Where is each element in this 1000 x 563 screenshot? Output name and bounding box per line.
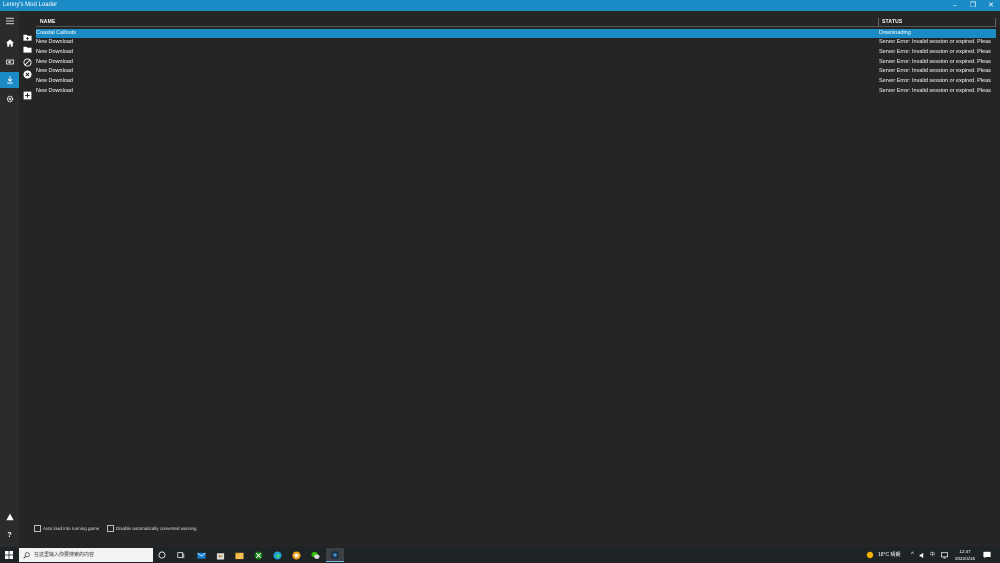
mod-loader-app-icon xyxy=(331,550,339,559)
taskbar-app-explorer[interactable] xyxy=(234,550,244,560)
taskbar-app-wechat[interactable] xyxy=(310,550,320,560)
sidebar-item-settings[interactable] xyxy=(0,91,19,107)
search-placeholder: 在这里输入你要搜索的内容 xyxy=(34,552,95,558)
table-header: NAME STATUS xyxy=(36,18,996,27)
column-header-status[interactable]: STATUS xyxy=(882,19,902,26)
home-icon xyxy=(5,39,14,47)
clock-date: 2022/4/15 xyxy=(954,556,976,561)
wechat-icon xyxy=(310,551,320,559)
taskbar-app-store[interactable] xyxy=(215,550,225,560)
windows-logo-icon xyxy=(5,551,13,559)
sidebar-item-downloads[interactable] xyxy=(0,72,19,88)
row-status: Downloading xyxy=(879,29,911,36)
weather-text: 18°C 晴朗 xyxy=(878,552,901,558)
start-button[interactable] xyxy=(4,550,14,560)
taskbar-app-browser[interactable] xyxy=(291,550,301,560)
table-row[interactable]: New Download Server Error: Invalid sessi… xyxy=(36,87,996,97)
menu-button[interactable] xyxy=(0,13,19,29)
row-name: New Download xyxy=(36,48,73,55)
mods-icon xyxy=(5,59,14,65)
cortana-circle-icon xyxy=(158,551,166,559)
column-header-name[interactable]: NAME xyxy=(40,19,56,26)
sun-icon xyxy=(866,551,874,559)
chevron-up-icon: ^ xyxy=(911,552,914,558)
table-row[interactable]: Coastal Callouts Downloading xyxy=(36,28,996,38)
cancel-circle-icon xyxy=(22,57,32,67)
add-square-icon xyxy=(23,91,31,99)
download-icon xyxy=(6,76,13,84)
row-name: New Download xyxy=(36,78,73,84)
sidebar-item-mods[interactable] xyxy=(0,54,19,70)
edge-browser-icon xyxy=(272,550,282,560)
mail-app-icon xyxy=(196,552,206,559)
clock[interactable]: 12:47 2022/4/15 xyxy=(952,547,978,563)
hamburger-menu-icon xyxy=(5,17,14,25)
windows-taskbar: 在这里输入你要搜索的内容 18°C 晴朗 ^ 中 12:47 2022/4/15 xyxy=(0,547,1000,563)
row-name: New Download xyxy=(36,68,73,75)
sidebar-item-help[interactable]: ? xyxy=(0,527,19,543)
table-row[interactable]: New Download Server Error: Invalid sessi… xyxy=(36,48,996,58)
disable-warning-checkbox[interactable] xyxy=(107,525,114,532)
ime-indicator[interactable]: 中 xyxy=(930,547,935,563)
taskbar-app-edge[interactable] xyxy=(272,550,282,560)
file-explorer-icon xyxy=(234,552,244,559)
add-download-button[interactable] xyxy=(22,90,32,100)
cortana-button[interactable] xyxy=(157,550,167,560)
folder-icon xyxy=(22,46,32,53)
xbox-icon xyxy=(253,550,263,560)
minimize-button[interactable]: – xyxy=(946,0,964,11)
column-divider[interactable] xyxy=(878,18,879,27)
notification-icon xyxy=(983,551,991,559)
row-status: Server Error: Invalid session or expired… xyxy=(879,58,991,65)
clock-time: 12:47 xyxy=(959,549,971,554)
taskbar-app-xbox[interactable] xyxy=(253,550,263,560)
close-button[interactable]: ✕ xyxy=(982,0,1000,11)
row-status: Server Error: Invalid session or expired… xyxy=(879,48,991,55)
table-row[interactable]: New Download Server Error: Invalid sessi… xyxy=(36,77,996,87)
taskbar-app-modloader-active[interactable] xyxy=(326,548,344,562)
task-view-button[interactable] xyxy=(176,550,186,560)
taskbar-app-mail[interactable] xyxy=(196,550,206,560)
row-status: Server Error: Invalid session or expired… xyxy=(879,87,991,94)
orange-browser-icon xyxy=(291,550,301,560)
search-icon xyxy=(23,551,30,559)
sidebar: ? xyxy=(0,11,19,547)
table-row[interactable]: New Download Server Error: Invalid sessi… xyxy=(36,58,996,68)
table-row[interactable]: New Download Server Error: Invalid sessi… xyxy=(36,38,996,48)
task-view-icon xyxy=(177,552,185,559)
column-divider[interactable] xyxy=(995,18,996,27)
row-name: Coastal Callouts xyxy=(36,29,77,36)
window-title: Lenny's Mod Loader xyxy=(3,2,58,8)
cancel-download-button[interactable] xyxy=(22,57,32,67)
title-bar: Lenny's Mod Loader – ❐ ✕ xyxy=(0,0,1000,11)
remove-download-button[interactable] xyxy=(22,69,32,79)
show-hidden-icons-button[interactable]: ^ xyxy=(911,547,914,563)
sidebar-item-home[interactable] xyxy=(0,35,19,51)
disable-warning-label: Disable automatically converted warning xyxy=(116,526,197,531)
row-name: New Download xyxy=(36,87,73,94)
restore-button[interactable]: ❐ xyxy=(964,0,982,11)
row-name: New Download xyxy=(36,58,73,65)
main-panel: NAME STATUS Coastal Callouts Downloading… xyxy=(19,11,1000,547)
close-circle-icon xyxy=(22,69,32,79)
row-status: Server Error: Invalid session or expired… xyxy=(879,78,991,84)
row-status: Server Error: Invalid session or expired… xyxy=(879,39,991,46)
speaker-icon xyxy=(919,552,924,558)
warning-icon xyxy=(5,513,14,521)
auto-load-label: Auto load into running game xyxy=(43,526,100,531)
gear-icon xyxy=(6,95,13,103)
row-name: New Download xyxy=(36,39,73,46)
add-folder-button[interactable] xyxy=(22,32,32,42)
row-status: Server Error: Invalid session or expired… xyxy=(879,68,991,75)
store-app-icon xyxy=(216,552,224,560)
taskbar-search-box[interactable]: 在这里输入你要搜索的内容 xyxy=(19,548,153,562)
auto-load-checkbox[interactable] xyxy=(34,525,41,532)
sidebar-item-warnings[interactable] xyxy=(0,509,19,525)
table-row[interactable]: New Download Server Error: Invalid sessi… xyxy=(36,67,996,77)
help-icon: ? xyxy=(7,531,12,539)
network-icon xyxy=(941,551,948,558)
folder-add-icon xyxy=(22,34,32,41)
open-folder-button[interactable] xyxy=(22,44,32,54)
